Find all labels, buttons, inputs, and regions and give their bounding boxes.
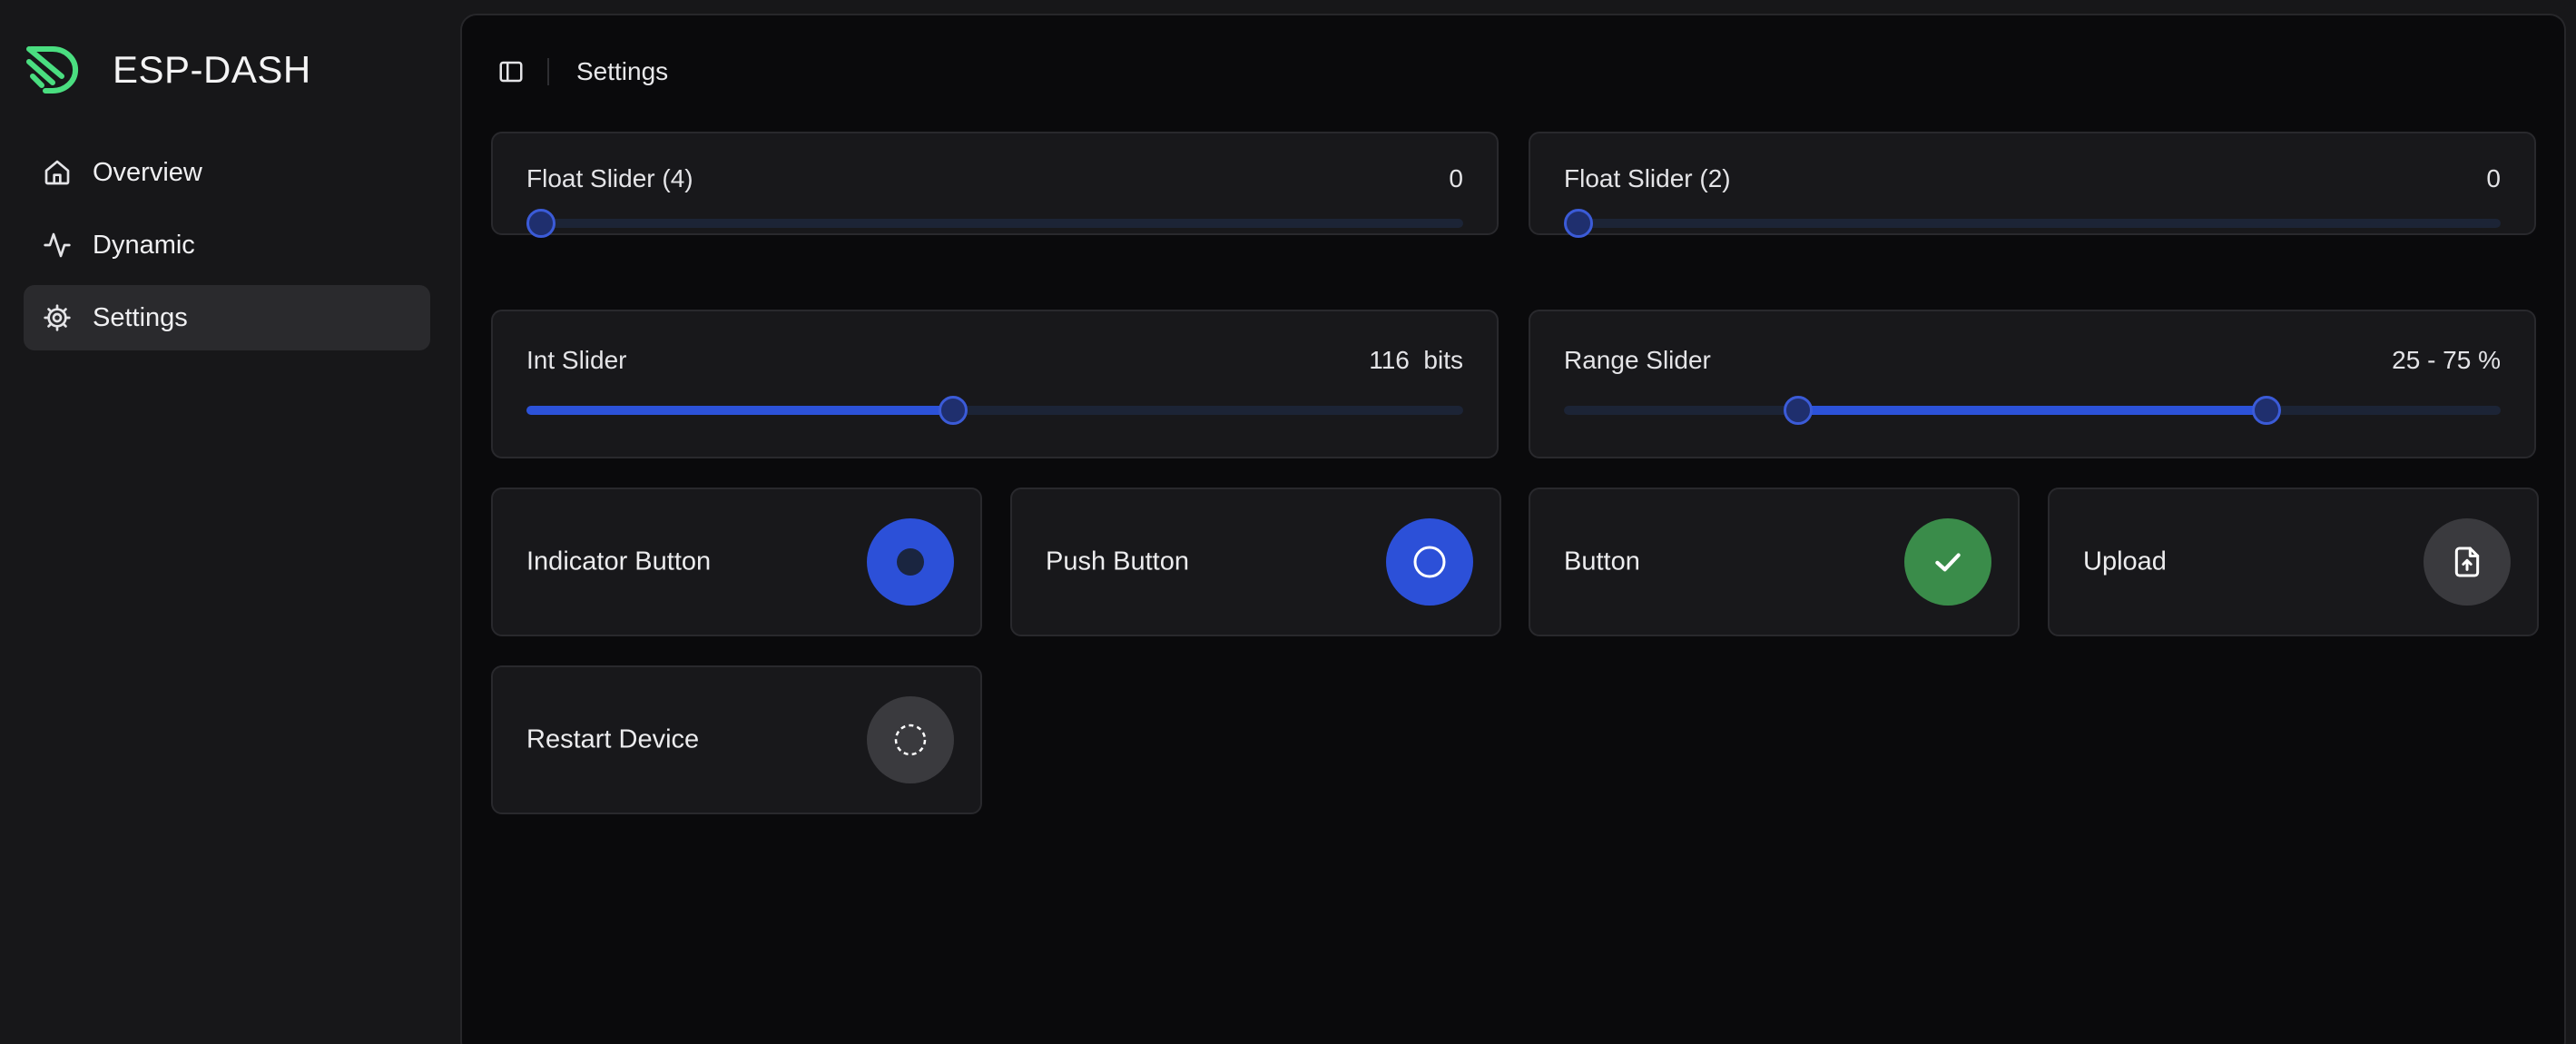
sidebar-item-label: Settings xyxy=(93,302,188,332)
slider-thumb[interactable] xyxy=(1564,209,1593,238)
action-button[interactable] xyxy=(1904,518,1991,606)
float-slider-2-card: Float Slider (2) 0 xyxy=(1529,132,2536,238)
indicator-button-card: Indicator Button xyxy=(491,488,982,636)
card-label: Float Slider (4) xyxy=(526,164,693,192)
indicator-button[interactable] xyxy=(867,518,954,606)
slider-fill xyxy=(526,406,953,415)
range-fill xyxy=(1798,406,2266,415)
card-label: Indicator Button xyxy=(526,547,712,576)
main-panel: Settings Float Slider (4) 0 Float Slider… xyxy=(460,14,2566,1044)
sidebar-toggle-icon[interactable] xyxy=(495,55,527,88)
sidebar-item-label: Dynamic xyxy=(93,230,195,260)
sidebar-nav: Overview Dynamic Settings xyxy=(24,140,430,358)
range-thumb-high[interactable] xyxy=(2252,396,2281,425)
slider-value: 25 - 75 % xyxy=(2392,346,2501,374)
card-label: Range Slider xyxy=(1564,346,1711,374)
sidebar: ESP-DASH Overview Dynamic Settings xyxy=(0,0,458,1044)
sidebar-item-settings[interactable]: Settings xyxy=(24,285,430,350)
indicator-dot-icon xyxy=(897,548,924,576)
float-slider-4-card: Float Slider (4) 0 xyxy=(491,132,1499,238)
restart-device-card: Restart Device xyxy=(491,665,982,814)
restart-button[interactable] xyxy=(867,696,954,783)
slider-thumb[interactable] xyxy=(526,209,556,238)
slider-thumb[interactable] xyxy=(938,396,968,425)
slider-track[interactable] xyxy=(526,209,1463,238)
sidebar-item-label: Overview xyxy=(93,157,202,187)
int-slider-card: Int Slider 116 bits xyxy=(491,310,1499,458)
sidebar-item-dynamic[interactable]: Dynamic xyxy=(24,212,430,278)
ring-icon xyxy=(1413,546,1446,578)
card-label: Button xyxy=(1564,547,1640,576)
breadcrumb: Settings xyxy=(576,57,669,85)
gear-icon xyxy=(42,302,73,333)
app: ESP-DASH Overview Dynamic Settings Setti… xyxy=(0,0,2576,1044)
card-label: Upload xyxy=(2083,547,2167,576)
card-label: Push Button xyxy=(1046,547,1189,576)
header-divider xyxy=(547,58,549,85)
slider-track[interactable] xyxy=(526,396,1463,425)
range-thumb-low[interactable] xyxy=(1784,396,1813,425)
button-card: Button xyxy=(1529,488,2020,636)
activity-icon xyxy=(42,230,73,261)
upload-card: Upload xyxy=(2048,488,2539,636)
push-button[interactable] xyxy=(1386,518,1473,606)
esp-dash-logo-icon xyxy=(26,46,79,94)
slider-track[interactable] xyxy=(1564,209,2501,238)
upload-button[interactable] xyxy=(2424,518,2511,606)
card-label: Int Slider xyxy=(526,346,627,374)
slider-track[interactable] xyxy=(1564,396,2501,425)
topbar: Settings xyxy=(495,52,668,92)
push-button-card: Push Button xyxy=(1010,488,1501,636)
check-icon xyxy=(1935,553,1961,572)
brand[interactable]: ESP-DASH xyxy=(25,40,311,100)
slider-value: 0 xyxy=(1449,164,1463,192)
dashed-circle-icon xyxy=(894,724,927,756)
slider-value: 0 xyxy=(2486,164,2501,192)
brand-name: ESP-DASH xyxy=(113,48,311,91)
range-slider-card: Range Slider 25 - 75 % xyxy=(1529,310,2536,458)
file-upload-icon xyxy=(2454,547,2480,577)
home-icon xyxy=(42,157,73,188)
sidebar-item-overview[interactable]: Overview xyxy=(24,140,430,205)
card-label: Float Slider (2) xyxy=(1564,164,1731,192)
card-label: Restart Device xyxy=(526,724,700,754)
slider-value: 116 bits xyxy=(1369,346,1463,374)
